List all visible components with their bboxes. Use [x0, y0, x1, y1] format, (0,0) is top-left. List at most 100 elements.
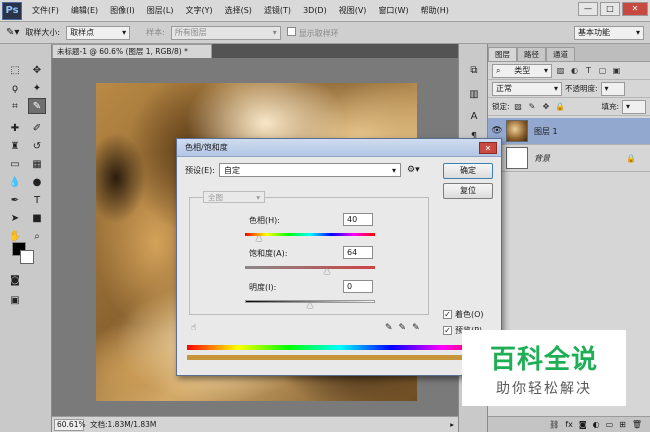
watermark-title: 百科全说	[489, 344, 598, 375]
trash-icon[interactable]: 🗑	[632, 420, 642, 429]
adjustment-layer-icon[interactable]: ◐	[593, 420, 600, 429]
sample-size-select[interactable]: 取样点 ▾	[66, 25, 131, 40]
eyedropper-tool-icon[interactable]: ✎	[28, 98, 46, 114]
crop-tool-icon[interactable]: ⌗	[6, 98, 24, 114]
colorize-checkbox[interactable]: ✓ 着色(O)	[443, 309, 484, 320]
shape-filter-icon[interactable]: ▢	[597, 65, 608, 76]
sample-select[interactable]: 所有图层 ▾	[170, 25, 281, 40]
eye-icon[interactable]: 👁	[488, 126, 506, 136]
opacity-field[interactable]: ▾	[600, 81, 625, 96]
hue-slider-thumb[interactable]	[256, 235, 262, 241]
swatches-panel-icon[interactable]: ▥	[465, 86, 483, 102]
lock-move-icon[interactable]: ✥	[541, 101, 552, 112]
eyedropper-group: ✎ ✎ ✎	[385, 323, 420, 333]
lasso-tool-icon[interactable]: ϙ	[6, 80, 24, 96]
pixel-filter-icon[interactable]: ▨	[555, 65, 566, 76]
ok-button[interactable]: 确定	[443, 163, 493, 179]
smart-object-filter-icon[interactable]: ▣	[611, 65, 622, 76]
link-layers-icon[interactable]: ⛓	[549, 420, 559, 429]
clone-stamp-icon[interactable]: ♜	[6, 138, 24, 154]
quick-select-tool-icon[interactable]: ✦	[28, 80, 46, 96]
new-layer-icon[interactable]: ⊞	[619, 420, 626, 429]
close-icon[interactable]: ✕	[479, 142, 497, 154]
menu-file[interactable]: 文件(F)	[26, 0, 65, 22]
photoshop-logo: Ps	[2, 1, 22, 20]
lock-all-icon[interactable]: 🔒	[555, 101, 566, 112]
type-tool-icon[interactable]: T	[28, 192, 46, 208]
history-brush-icon[interactable]: ↺	[28, 138, 46, 154]
saturation-slider-thumb[interactable]	[324, 268, 330, 274]
blend-mode-select[interactable]: 正常 ▾	[492, 81, 562, 96]
adjustment-filter-icon[interactable]: ◐	[569, 65, 580, 76]
lock-pixels-icon[interactable]: ▨	[513, 101, 524, 112]
layer-row[interactable]: 👁 图层 1	[488, 118, 650, 145]
hand-adjust-icon[interactable]: ☝	[191, 323, 196, 333]
path-select-icon[interactable]: ➤	[6, 210, 24, 226]
menu-window[interactable]: 窗口(W)	[372, 0, 414, 22]
menu-select[interactable]: 选择(S)	[219, 0, 258, 22]
saturation-input[interactable]: 64	[343, 246, 373, 259]
lock-paint-icon[interactable]: ✎	[527, 101, 538, 112]
watermark: 百科全说 助你轻松解决	[462, 330, 626, 406]
history-panel-icon[interactable]: ⧉	[465, 62, 483, 78]
screen-mode-icon[interactable]: ▣	[6, 292, 24, 308]
move-tool-icon[interactable]: ✥	[28, 62, 46, 78]
close-window-button[interactable]: ✕	[622, 2, 648, 16]
zoom-tool-icon[interactable]: ⌕	[28, 228, 46, 244]
background-color-swatch[interactable]	[20, 250, 34, 264]
eyedropper-minus-icon[interactable]: ✎	[412, 323, 420, 333]
pen-tool-icon[interactable]: ✒	[6, 192, 24, 208]
eyedropper-tool-icon[interactable]: ✎▾	[6, 27, 19, 38]
layer-row[interactable]: 背景 🔒	[488, 145, 650, 172]
healing-brush-icon[interactable]: ✚	[6, 120, 24, 136]
maximize-button[interactable]: □	[600, 2, 620, 16]
zoom-field[interactable]: 60.61%	[54, 418, 86, 431]
opacity-label: 不透明度:	[565, 84, 598, 93]
chevron-right-icon[interactable]: ▸	[450, 420, 454, 429]
preset-select[interactable]: 自定 ▾	[219, 163, 401, 177]
menu-image[interactable]: 图像(I)	[104, 0, 141, 22]
lightness-input[interactable]: 0	[343, 280, 373, 293]
marquee-tool-icon[interactable]: ⬚	[6, 62, 24, 78]
menu-help[interactable]: 帮助(H)	[415, 0, 455, 22]
gradient-tool-icon[interactable]: ▦	[28, 156, 46, 172]
tab-paths[interactable]: 路径	[517, 47, 546, 61]
layer-kind-select[interactable]: ⌕ 类型 ▾	[492, 63, 552, 78]
menu-view[interactable]: 视图(V)	[333, 0, 373, 22]
fx-icon[interactable]: fx	[565, 420, 573, 429]
menu-3d[interactable]: 3D(D)	[297, 0, 333, 22]
tab-layers[interactable]: 图层	[488, 47, 517, 61]
menu-filter[interactable]: 滤镜(T)	[258, 0, 297, 22]
sample-value: 所有图层	[174, 28, 207, 37]
reset-button[interactable]: 复位	[443, 183, 493, 199]
menu-edit[interactable]: 编辑(E)	[65, 0, 104, 22]
lightness-slider-thumb[interactable]	[307, 302, 313, 308]
saturation-slider-track[interactable]	[245, 266, 375, 269]
tab-channels[interactable]: 通道	[546, 47, 575, 61]
document-tab-title: 未标题-1 @ 60.6% (图层 1, RGB/8) *	[57, 47, 188, 56]
eyedropper-icon[interactable]: ✎	[385, 323, 393, 333]
menu-type[interactable]: 文字(Y)	[179, 0, 218, 22]
character-panel-icon[interactable]: A	[465, 108, 483, 124]
show-ring-checkbox[interactable]: 显示取样环	[286, 26, 339, 39]
blur-tool-icon[interactable]: 💧	[6, 174, 24, 190]
gear-icon[interactable]: ⚙▾	[407, 165, 420, 175]
hue-input[interactable]: 40	[343, 213, 373, 226]
eraser-tool-icon[interactable]: ▭	[6, 156, 24, 172]
dodge-tool-icon[interactable]: ●	[28, 174, 46, 190]
menu-layer[interactable]: 图层(L)	[141, 0, 180, 22]
quick-mask-icon[interactable]: ◙	[6, 272, 24, 288]
minimize-button[interactable]: —	[578, 2, 598, 16]
workspace-select[interactable]: 基本功能 ▾	[574, 25, 644, 40]
hue-slider-track[interactable]	[245, 233, 375, 236]
chevron-down-icon: ▾	[553, 84, 558, 93]
shape-tool-icon[interactable]: ■	[28, 210, 46, 226]
mask-icon[interactable]: ◙	[579, 420, 587, 429]
eyedropper-plus-icon[interactable]: ✎	[399, 323, 407, 333]
brush-tool-icon[interactable]: ✐	[28, 120, 46, 136]
fill-field[interactable]: ▾	[622, 99, 646, 114]
group-icon[interactable]: ▭	[606, 420, 614, 429]
document-tab[interactable]: 未标题-1 @ 60.6% (图层 1, RGB/8) *	[52, 44, 212, 58]
type-filter-icon[interactable]: T	[583, 65, 594, 76]
channel-select[interactable]: 全图 ▾	[203, 191, 265, 203]
